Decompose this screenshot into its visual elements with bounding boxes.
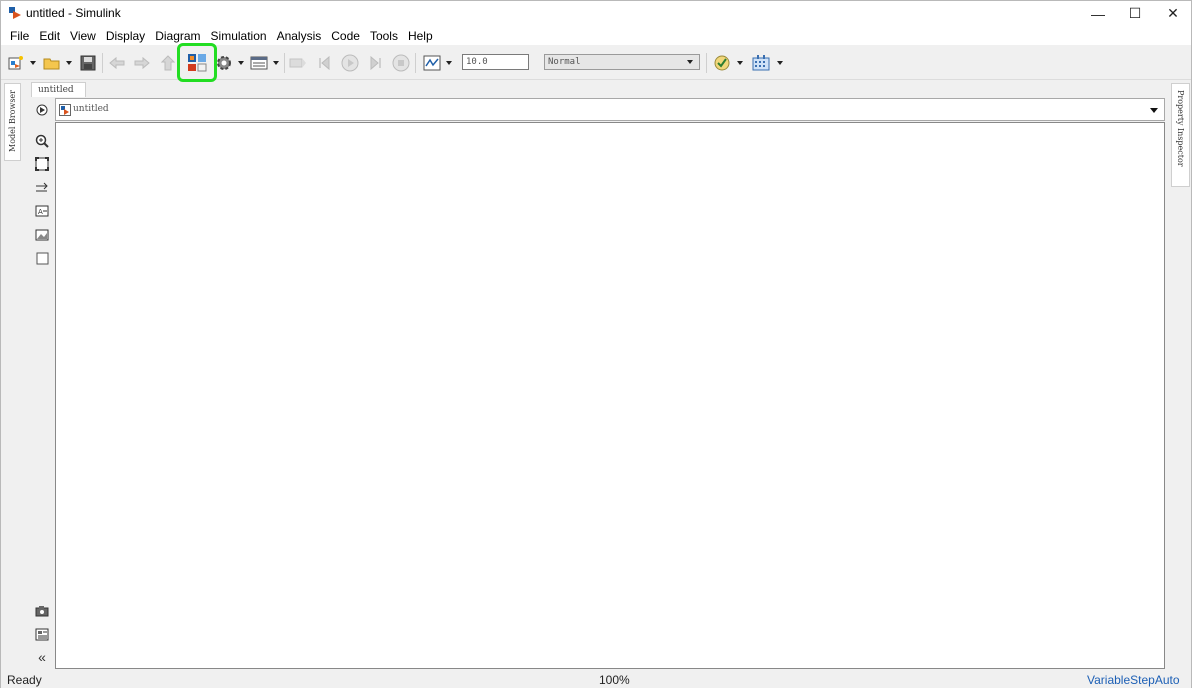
title-bar: untitled - Simulink — ☐ ✕ [1, 1, 1191, 26]
toolbar-separator [706, 53, 707, 73]
left-palette: A « [28, 97, 55, 669]
menu-display[interactable]: Display [101, 27, 150, 45]
menu-tools[interactable]: Tools [365, 27, 403, 45]
menu-analysis[interactable]: Analysis [272, 27, 327, 45]
area-icon[interactable] [35, 251, 49, 265]
up-icon[interactable] [158, 53, 178, 72]
collapse-palette-icon[interactable]: « [35, 649, 49, 665]
step-back-icon[interactable] [315, 53, 335, 72]
address-path: untitled [73, 104, 109, 114]
data-inspector-dropdown-icon[interactable] [446, 61, 452, 65]
menu-view[interactable]: View [65, 27, 101, 45]
data-inspector-icon[interactable] [422, 53, 442, 72]
window-title: untitled - Simulink [26, 6, 121, 20]
save-icon[interactable] [78, 53, 98, 72]
svg-text:A: A [38, 208, 43, 216]
model-icon [59, 104, 71, 116]
address-dropdown-icon[interactable] [1150, 108, 1158, 113]
toolbar-separator [102, 53, 103, 73]
solver-link[interactable]: VariableStepAuto [1087, 673, 1180, 687]
build-icon[interactable] [751, 53, 771, 72]
model-config-dropdown-icon[interactable] [238, 61, 244, 65]
address-bar[interactable]: untitled [55, 98, 1165, 121]
maximize-button[interactable]: ☐ [1116, 1, 1154, 26]
run-icon[interactable] [340, 53, 360, 72]
build-dropdown-icon[interactable] [777, 61, 783, 65]
menu-bar: File Edit View Display Diagram Simulatio… [1, 26, 1191, 45]
back-icon[interactable] [107, 53, 127, 72]
menu-code[interactable]: Code [326, 27, 365, 45]
zoom-level: 100% [599, 673, 630, 687]
simulation-mode-value: Normal [548, 57, 581, 67]
check-icon[interactable] [712, 53, 732, 72]
toolbar-separator [284, 53, 285, 73]
new-model-icon[interactable] [6, 53, 26, 72]
model-data-editor-icon[interactable] [35, 627, 49, 641]
model-config-icon[interactable] [214, 53, 234, 72]
model-browser-label: Model Browser [8, 90, 17, 152]
new-model-dropdown-icon[interactable] [30, 61, 36, 65]
model-explorer-dropdown-icon[interactable] [273, 61, 279, 65]
property-inspector-tab[interactable]: Property Inspector [1171, 83, 1190, 187]
hide-show-explorer-icon[interactable] [35, 103, 49, 117]
simulation-mode-select[interactable]: Normal [544, 54, 700, 70]
status-bar: Ready 100% VariableStepAuto [1, 670, 1191, 688]
arrow-direction-icon[interactable] [35, 181, 49, 195]
model-canvas[interactable] [55, 122, 1165, 669]
menu-diagram[interactable]: Diagram [150, 27, 205, 45]
stop-time-input[interactable]: 10.0 [462, 54, 529, 70]
model-browser-tab[interactable]: Model Browser [4, 83, 21, 161]
chevron-down-icon [687, 60, 693, 64]
property-inspector-label: Property Inspector [1176, 90, 1185, 167]
forward-icon[interactable] [132, 53, 152, 72]
toolbar-separator [415, 53, 416, 73]
step-back-disabled-icon[interactable] [288, 53, 308, 72]
minimize-button[interactable]: — [1079, 1, 1117, 26]
annotation-icon[interactable]: A [35, 204, 49, 218]
menu-file[interactable]: File [5, 27, 34, 45]
fit-to-view-icon[interactable] [35, 157, 49, 171]
simulink-app-icon [9, 7, 21, 19]
diagram-tab[interactable]: untitled [31, 82, 86, 97]
open-icon[interactable] [42, 53, 62, 72]
menu-help[interactable]: Help [403, 27, 438, 45]
status-text: Ready [7, 673, 42, 687]
menu-edit[interactable]: Edit [34, 27, 65, 45]
menu-simulation[interactable]: Simulation [206, 27, 272, 45]
step-forward-icon[interactable] [365, 53, 385, 72]
image-icon[interactable] [35, 228, 49, 242]
zoom-icon[interactable] [35, 134, 49, 148]
screenshot-icon[interactable] [35, 604, 49, 618]
model-explorer-icon[interactable] [249, 53, 269, 72]
library-browser-highlight [177, 43, 217, 82]
close-button[interactable]: ✕ [1154, 1, 1192, 26]
open-dropdown-icon[interactable] [66, 61, 72, 65]
simulink-window: untitled - Simulink — ☐ ✕ File Edit View… [0, 0, 1192, 688]
check-dropdown-icon[interactable] [737, 61, 743, 65]
stop-icon[interactable] [391, 53, 411, 72]
